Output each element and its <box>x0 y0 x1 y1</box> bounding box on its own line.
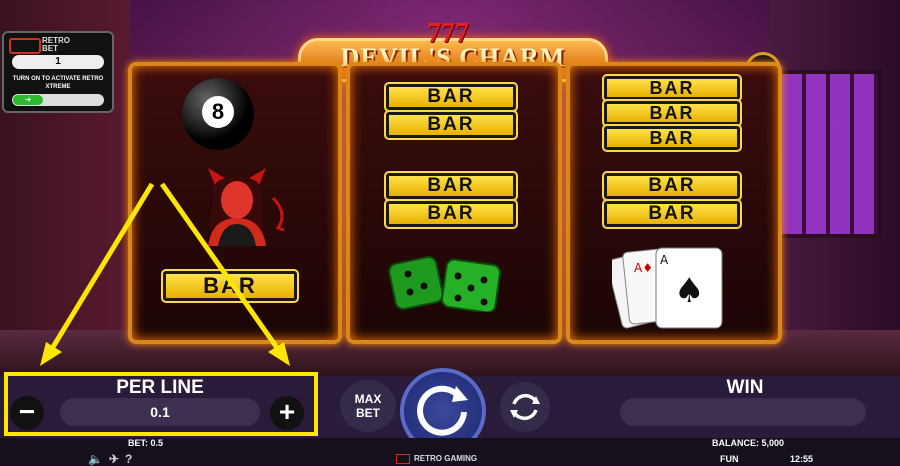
per-line-value: 0.1 <box>60 398 260 426</box>
eight-ball-symbol: 8 <box>182 78 254 150</box>
help-icon[interactable]: ? <box>125 452 138 466</box>
svg-text:A: A <box>660 253 669 267</box>
provider-brand: RETRO GAMING <box>396 454 477 464</box>
retro-xtreme-toggle[interactable]: ➜ <box>12 94 104 106</box>
logo-777: 777 <box>427 18 469 49</box>
eight-ball-number: 8 <box>202 96 234 128</box>
autoplay-icon <box>510 393 540 421</box>
balance: BALANCE: 5,000 <box>712 438 785 448</box>
svg-text:A♦: A♦ <box>634 261 653 275</box>
bar-symbol: BAR <box>384 171 518 201</box>
turbo-icon[interactable]: ✈ <box>109 452 125 466</box>
provider-name: RETRO GAMING <box>414 454 478 464</box>
status-bar: BET: 0.5 BALANCE: 5,000 🔈✈? RETRO GAMING… <box>0 438 900 466</box>
retro-bet-count: 1 <box>12 55 104 69</box>
bar-symbol: BAR <box>602 199 742 229</box>
retro-bet-note: TURN ON TO ACTIVATE RETRO XTREME <box>12 76 104 90</box>
retro-bet-title-line2: BET <box>42 44 58 53</box>
bar-symbol: BAR <box>602 99 742 127</box>
bar-symbol: BAR <box>602 74 742 102</box>
bet-total: BET: 0.5 <box>128 438 164 448</box>
decrease-bet-button[interactable]: − <box>10 396 44 430</box>
bar-symbol: BAR <box>161 269 299 303</box>
bar-symbol: BAR <box>384 199 518 229</box>
max-bet-label: MAX BET <box>354 392 382 420</box>
win-label: WIN <box>726 377 764 398</box>
bar-symbol: BAR <box>384 82 518 112</box>
win-value <box>620 398 866 426</box>
svg-text:♠: ♠ <box>674 271 704 311</box>
footer-icons: 🔈✈? <box>88 452 138 466</box>
bar-symbol: BAR <box>602 124 742 152</box>
per-line-label: PER LINE <box>116 377 204 398</box>
retro-bet-logo-icon <box>9 38 41 54</box>
arrow-right-icon: ➜ <box>13 95 43 105</box>
clock: 12:55 <box>790 454 814 464</box>
window-decoration <box>778 70 882 238</box>
playing-cards-symbol: A♦ A ♠ <box>612 247 723 329</box>
dice-symbol <box>388 256 502 312</box>
retro-bet-widget: RETRO BET 1 TURN ON TO ACTIVATE RETRO XT… <box>2 31 114 113</box>
bar-symbol: BAR <box>602 171 742 201</box>
retro-gaming-logo-icon <box>396 454 410 464</box>
max-bet-button[interactable]: MAX BET <box>340 380 396 432</box>
retro-bet-title: RETRO BET <box>42 37 70 53</box>
autoplay-button[interactable] <box>500 382 550 432</box>
devil-girl-symbol <box>208 168 285 246</box>
play-mode: FUN <box>720 454 739 464</box>
bar-symbol: BAR <box>384 110 518 140</box>
sound-icon[interactable]: 🔈 <box>88 452 109 466</box>
increase-bet-button[interactable]: + <box>270 396 304 430</box>
